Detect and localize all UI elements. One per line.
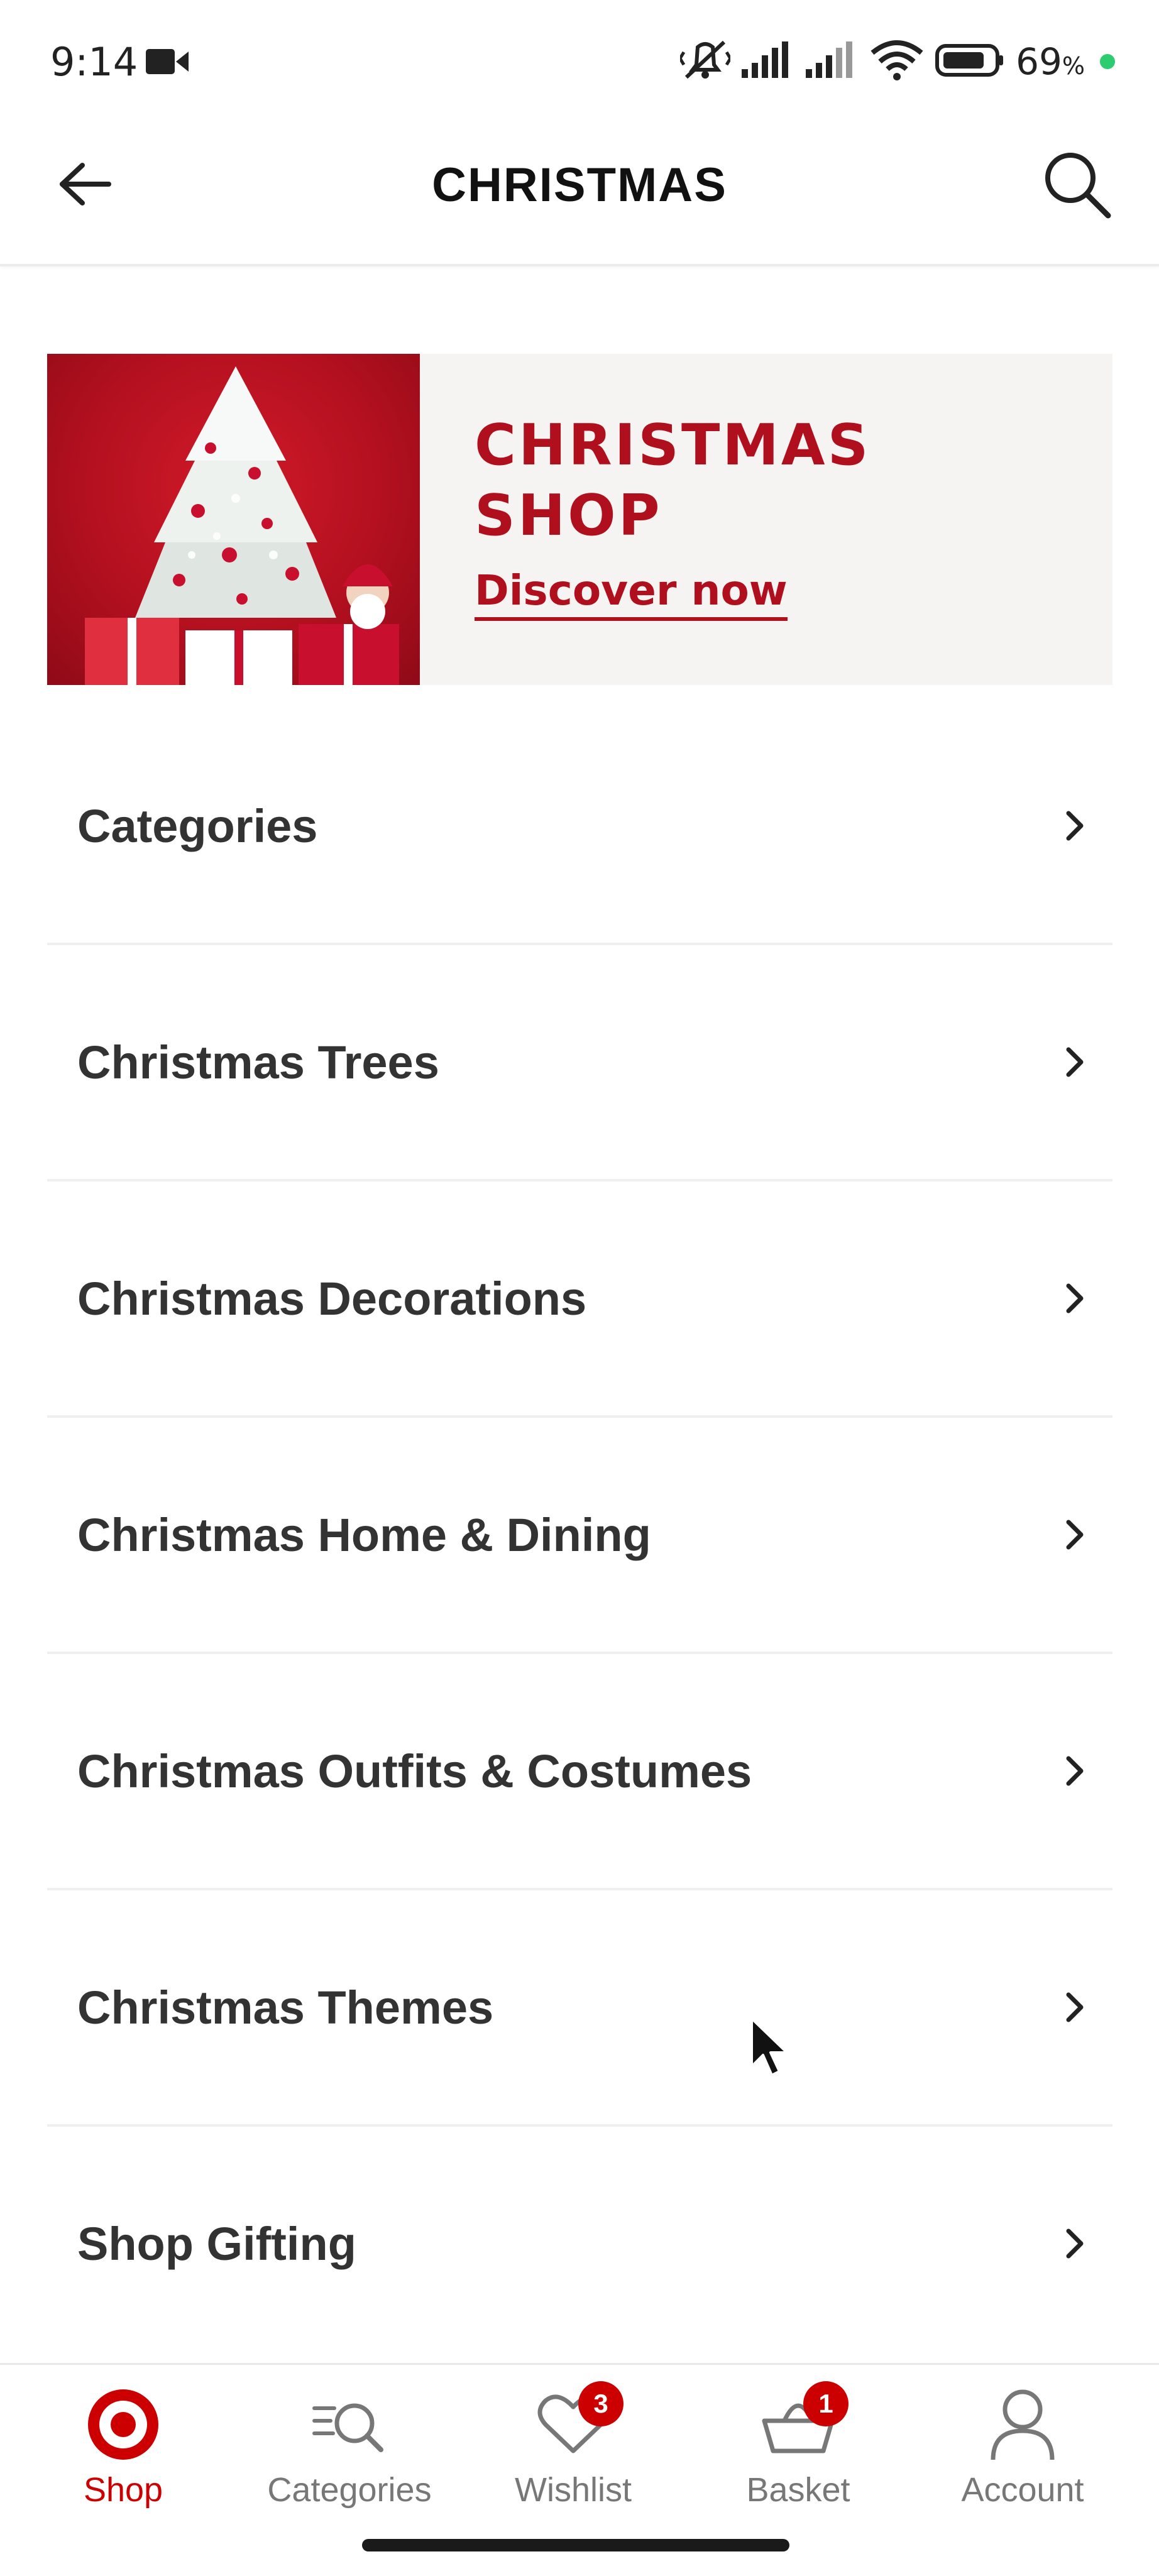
nav-label: Wishlist — [515, 2471, 632, 2509]
menu-item-label: Christmas Trees — [77, 1036, 439, 1088]
menu-item-shop-gifting[interactable]: Shop Gifting — [47, 2127, 1112, 2360]
menu-item-label: Christmas Themes — [77, 1981, 494, 2034]
chevron-right-icon — [1056, 1043, 1094, 1081]
nav-basket[interactable]: 1 Basket — [704, 2381, 893, 2528]
menu-item-label: Categories — [77, 799, 318, 852]
nav-wishlist[interactable]: 3 Wishlist — [479, 2381, 667, 2528]
menu-item-label: Shop Gifting — [77, 2217, 356, 2270]
chevron-right-icon — [1056, 1280, 1094, 1317]
signal-icon — [806, 41, 859, 82]
person-icon — [979, 2384, 1067, 2465]
battery-percent: 69 — [1016, 40, 1062, 83]
menu-item-label: Christmas Outfits & Costumes — [77, 1745, 752, 1797]
basket-count-badge: 1 — [803, 2381, 849, 2426]
target-logo-icon — [79, 2384, 167, 2465]
menu-item-label: Christmas Decorations — [77, 1272, 587, 1325]
top-app-bar: CHRISTMAS — [0, 126, 1159, 266]
menu-item-label: Christmas Home & Dining — [77, 1508, 651, 1561]
nav-label: Categories — [267, 2471, 432, 2509]
menu-item-christmas-outfits-costumes[interactable]: Christmas Outfits & Costumes — [47, 1654, 1112, 1890]
category-menu-list: Categories Christmas Trees Christmas Dec… — [47, 709, 1112, 2360]
nav-shop[interactable]: Shop — [29, 2384, 217, 2528]
status-icons: 69% — [678, 36, 1115, 87]
chevron-right-icon — [1056, 1516, 1094, 1554]
status-bar: 9:14 69% — [0, 0, 1159, 126]
heart-icon: 3 — [529, 2381, 623, 2465]
menu-item-christmas-decorations[interactable]: Christmas Decorations — [47, 1181, 1112, 1418]
chevron-right-icon — [1056, 2225, 1094, 2262]
video-camera-icon — [146, 48, 189, 79]
mute-vibrate-icon — [678, 38, 732, 85]
categories-search-icon — [305, 2384, 393, 2465]
chevron-right-icon — [1056, 807, 1094, 845]
banner-title: CHRISTMAS SHOP — [475, 412, 871, 549]
banner-text: CHRISTMAS SHOP Discover now — [475, 410, 871, 621]
battery-icon — [935, 43, 1004, 80]
privacy-indicator-dot — [1100, 54, 1115, 69]
nav-label: Shop — [83, 2471, 163, 2509]
nav-label: Basket — [746, 2471, 850, 2509]
wifi-icon — [870, 40, 924, 84]
mouse-pointer-icon — [749, 2016, 793, 2082]
nav-label: Account — [961, 2471, 1084, 2509]
nav-account[interactable]: Account — [928, 2384, 1117, 2528]
home-indicator[interactable] — [362, 2539, 789, 2551]
menu-item-christmas-home-dining[interactable]: Christmas Home & Dining — [47, 1418, 1112, 1654]
battery-level: 69% — [1016, 40, 1085, 83]
battery-percent-unit: % — [1062, 52, 1085, 80]
page-title: CHRISTMAS — [432, 158, 727, 212]
search-button[interactable] — [1033, 142, 1121, 230]
discover-now-link[interactable]: Discover now — [475, 566, 788, 621]
christmas-shop-banner[interactable]: CHRISTMAS SHOP Discover now — [47, 354, 1112, 685]
search-icon — [1043, 150, 1112, 222]
menu-item-categories[interactable]: Categories — [47, 709, 1112, 945]
basket-icon: 1 — [754, 2381, 849, 2465]
chevron-right-icon — [1056, 1752, 1094, 1790]
status-time: 9:14 — [50, 39, 138, 85]
christmas-tree-image — [47, 354, 420, 685]
signal-icon — [742, 41, 794, 82]
wishlist-count-badge: 3 — [578, 2381, 623, 2426]
menu-item-christmas-themes[interactable]: Christmas Themes — [47, 1890, 1112, 2127]
menu-item-christmas-trees[interactable]: Christmas Trees — [47, 945, 1112, 1181]
chevron-right-icon — [1056, 1988, 1094, 2026]
nav-categories[interactable]: Categories — [255, 2384, 444, 2528]
